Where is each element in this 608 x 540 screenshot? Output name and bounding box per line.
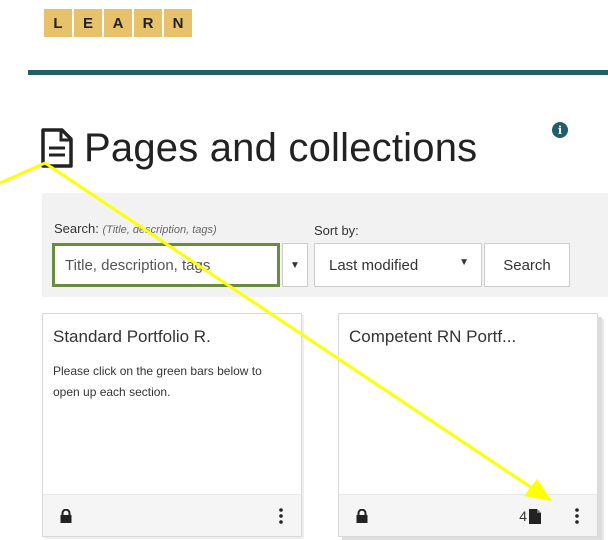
logo-letter: L [44, 9, 72, 37]
search-type-dropdown[interactable]: ▼ [282, 243, 308, 287]
file-icon [529, 508, 541, 524]
lock-icon [356, 509, 368, 523]
card-title[interactable]: Standard Portfolio R. [53, 327, 211, 347]
header-divider [28, 70, 608, 75]
caret-down-icon: ▼ [290, 259, 300, 271]
card-footer [43, 494, 301, 536]
page-count-value: 4 [519, 508, 527, 524]
more-vertical-icon[interactable] [279, 507, 283, 525]
sort-selected-value: Last modified [329, 256, 419, 274]
logo-letter: R [134, 9, 162, 37]
logo-letter: N [164, 9, 192, 37]
info-icon[interactable]: i [552, 122, 568, 138]
sort-select[interactable]: Last modified ▼ [314, 243, 482, 287]
logo-letter: A [104, 9, 132, 37]
file-text-icon [41, 128, 73, 168]
portfolio-card[interactable]: Standard Portfolio R. Please click on th… [42, 313, 302, 537]
portfolio-card[interactable]: Competent RN Portf... 4 [338, 313, 598, 537]
annotation-arrow-shaft [0, 161, 46, 185]
page-title: Pages and collections [40, 118, 477, 178]
card-title[interactable]: Competent RN Portf... [349, 327, 516, 347]
search-button[interactable]: Search [484, 243, 570, 287]
page-count[interactable]: 4 [519, 508, 541, 524]
caret-down-icon: ▼ [459, 257, 469, 268]
sort-label: Sort by: [314, 223, 359, 238]
card-footer: 4 [339, 494, 597, 536]
lock-icon [60, 509, 72, 523]
learn-logo[interactable]: L E A R N [44, 9, 194, 37]
more-vertical-icon[interactable] [575, 507, 579, 525]
search-panel: Search: (Title, description, tags) Sort … [42, 193, 608, 297]
logo-letter: E [74, 9, 102, 37]
card-description: Please click on the green bars below to … [53, 364, 262, 399]
search-label: Search: (Title, description, tags) [54, 221, 217, 236]
search-label-text: Search: [54, 221, 99, 236]
page-title-text: Pages and collections [84, 125, 478, 170]
search-input[interactable] [52, 243, 280, 287]
search-hint: (Title, description, tags) [102, 224, 217, 236]
